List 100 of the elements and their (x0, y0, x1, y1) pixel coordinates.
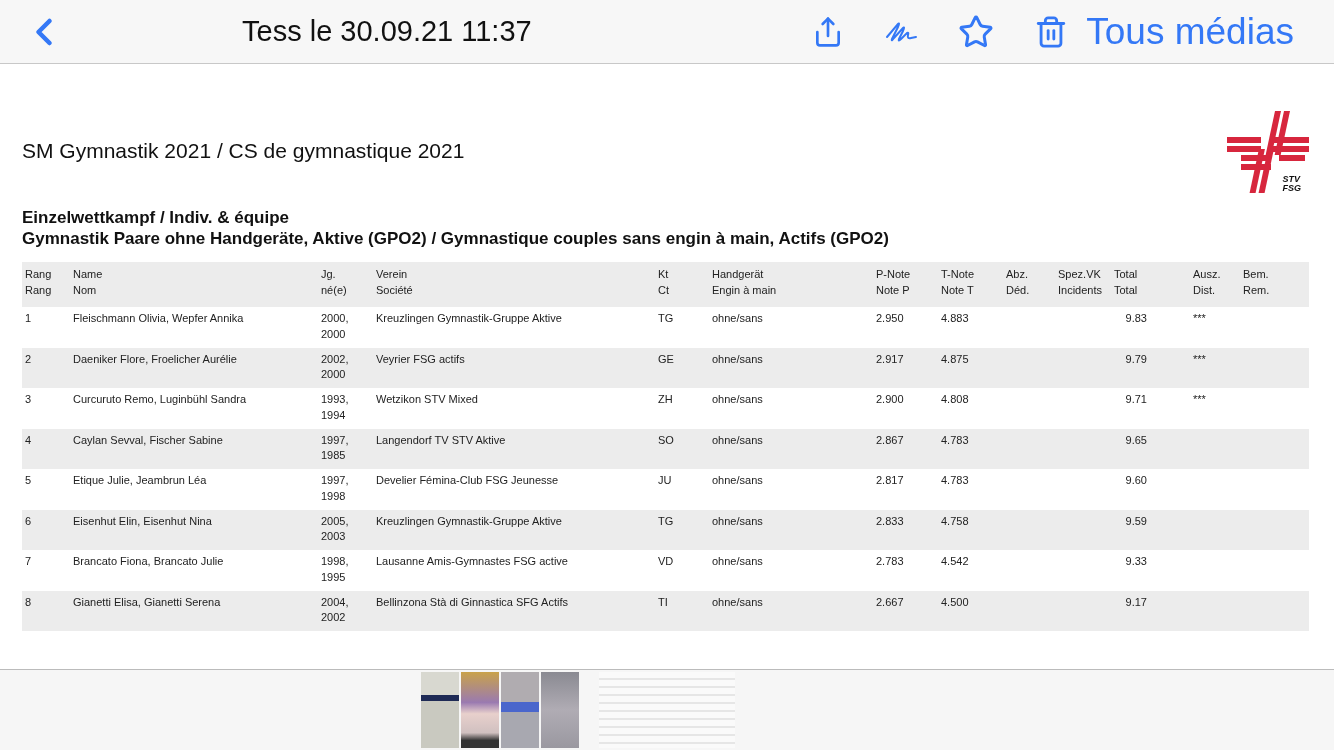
table-cell-text: Brancato Fiona, Brancato Julie (73, 554, 225, 569)
table-cell-text: GE (658, 351, 675, 367)
all-media-link[interactable]: Tous médias (1086, 10, 1294, 53)
column-header: Abz. Déd. (1006, 267, 1031, 298)
table-cell-text: 9.59 (1124, 513, 1148, 529)
column-header: Name Nom (73, 267, 104, 298)
table-cell-text: Fleischmann Olivia, Wepfer Annika (73, 311, 245, 326)
table-cell-text: 4.500 (941, 594, 970, 610)
table-cell-text: 4.783 (941, 473, 970, 488)
table-cell-text: 1997, 1985 (321, 432, 350, 463)
photo-thumbnail[interactable] (541, 672, 579, 748)
table-cell-text: *** (1193, 392, 1207, 407)
table-cell-text: 4.808 (941, 392, 970, 407)
column-header: T-Note Note T (941, 267, 975, 298)
table-cell-text: 3 (25, 392, 33, 407)
table-cell-text: 9.79 (1124, 351, 1148, 367)
column-header: Ausz. Dist. (1193, 267, 1222, 298)
table-cell-text: 4.542 (941, 554, 970, 569)
table-cell-text: ZH (658, 392, 674, 407)
star-icon (958, 13, 995, 50)
table-cell-text: 2.667 (876, 594, 905, 610)
table-cell-text: 2004, 2002 (321, 594, 350, 625)
table-cell-text: 2.783 (876, 554, 905, 569)
table-cell-text: Veyrier FSG actifs (376, 351, 466, 367)
table-cell-text: 9.65 (1124, 432, 1148, 448)
table-cell-text: TI (658, 594, 669, 610)
table-cell-text: Lausanne Amis-Gymnastes FSG active (376, 554, 569, 569)
table-cell-text: Kreuzlingen Gymnastik-Gruppe Aktive (376, 513, 563, 529)
table-cell-text: ohne/sans (712, 513, 764, 529)
table-cell-text: Eisenhut Elin, Eisenhut Nina (73, 513, 213, 529)
table-cell-text: 1993, 1994 (321, 392, 350, 423)
column-header: P-Note Note P (876, 267, 912, 298)
table-cell-text: 9.71 (1124, 392, 1148, 407)
logo-text: STV FSG (1282, 175, 1301, 193)
table-cell-text: TG (658, 513, 675, 529)
table-cell-text: 6 (25, 513, 33, 529)
table-cell-text: Bellinzona Stà di Ginnastica SFG Actifs (376, 594, 569, 610)
table-cell-text: Wetzikon STV Mixed (376, 392, 479, 407)
column-header: Rang Rang (25, 267, 53, 298)
window-title: Tess le 30.09.21 11:37 (242, 15, 533, 48)
table-cell-text: Caylan Sevval, Fischer Sabine (73, 432, 224, 448)
table-cell-text: Daeniker Flore, Froelicher Aurélie (73, 351, 238, 367)
table-cell-text: Curcuruto Remo, Luginbühl Sandra (73, 392, 248, 407)
column-header: Total Total (1114, 267, 1139, 298)
table-cell-text: ohne/sans (712, 392, 764, 407)
table-cell-text: ohne/sans (712, 432, 764, 448)
table-cell-text: 5 (25, 473, 33, 488)
table-cell-text: 4.758 (941, 513, 970, 529)
column-header: Verein Société (376, 267, 414, 298)
table-cell-text: ohne/sans (712, 473, 764, 488)
photo-thumbnail[interactable] (461, 672, 499, 748)
table-cell-text: 9.17 (1124, 594, 1148, 610)
table-cell-text: 1997, 1998 (321, 473, 350, 504)
table-cell-text: 2.950 (876, 311, 905, 326)
table-cell-text: *** (1193, 351, 1207, 367)
column-header: Handgerät Engin à main (712, 267, 778, 298)
column-header: Jg. né(e) (321, 267, 348, 298)
table-cell-text: 2.917 (876, 351, 905, 367)
table-cell-text: Langendorf TV STV Aktive (376, 432, 507, 448)
table-cell-text: 2002, 2000 (321, 351, 350, 382)
table-cell-text: 4 (25, 432, 33, 448)
table-cell-text: ohne/sans (712, 594, 764, 610)
table-cell-text: ohne/sans (712, 351, 764, 367)
section-subheading: Gymnastik Paare ohne Handgeräte, Aktive (GPO2) / Gymnastique couples sans engin à main, Actifs (GPO2) (22, 228, 890, 249)
table-cell-text: 2005, 2003 (321, 513, 350, 544)
column-header: Spez.VK Incidents (1058, 267, 1104, 298)
table-cell-text: ohne/sans (712, 311, 764, 326)
table-cell-text: 9.60 (1124, 473, 1148, 488)
table-cell-text: Kreuzlingen Gymnastik-Gruppe Aktive (376, 311, 563, 326)
table-cell-text: 2 (25, 351, 33, 367)
table-cell-text: Gianetti Elisa, Gianetti Serena (73, 594, 222, 610)
table-cell-text: 1 (25, 311, 33, 326)
table-cell-text: Etique Julie, Jeambrun Léa (73, 473, 208, 488)
table-cell-text: 7 (25, 554, 33, 569)
star-button[interactable] (958, 13, 995, 50)
document-title: SM Gymnastik 2021 / CS de gymnastique 2021 (22, 139, 465, 163)
table-cell-text: 2.867 (876, 432, 905, 448)
table-cell-text: 2000, 2000 (321, 311, 350, 342)
section-heading: Einzelwettkampf / Indiv. & équipe (22, 207, 290, 228)
column-header: Bem. Rem. (1243, 267, 1271, 298)
table-cell-text: 9.83 (1124, 311, 1148, 326)
table-cell-text: *** (1193, 311, 1207, 326)
table-cell-text: Develier Fémina-Club FSG Jeunesse (376, 473, 560, 488)
photo-thumbnail[interactable] (501, 672, 539, 748)
table-cell-text: 1998, 1995 (321, 554, 350, 585)
table-cell-text: 2.833 (876, 513, 905, 529)
table-cell-text: TG (658, 311, 675, 326)
table-cell-text: 9.33 (1124, 554, 1148, 569)
table-cell-text: SO (658, 432, 675, 448)
column-header: Kt Ct (658, 267, 670, 298)
photo-thumbnail[interactable] (421, 672, 459, 748)
table-cell-text: 8 (25, 594, 33, 610)
table-cell-text: 4.783 (941, 432, 970, 448)
table-cell-text: 2.817 (876, 473, 905, 488)
table-cell-text: JU (658, 473, 673, 488)
table-cell-text: 2.900 (876, 392, 905, 407)
table-cell-text: 4.883 (941, 311, 970, 326)
table-cell-text: 4.875 (941, 351, 970, 367)
table-cell-text: ohne/sans (712, 554, 764, 569)
table-cell-text: VD (658, 554, 675, 569)
